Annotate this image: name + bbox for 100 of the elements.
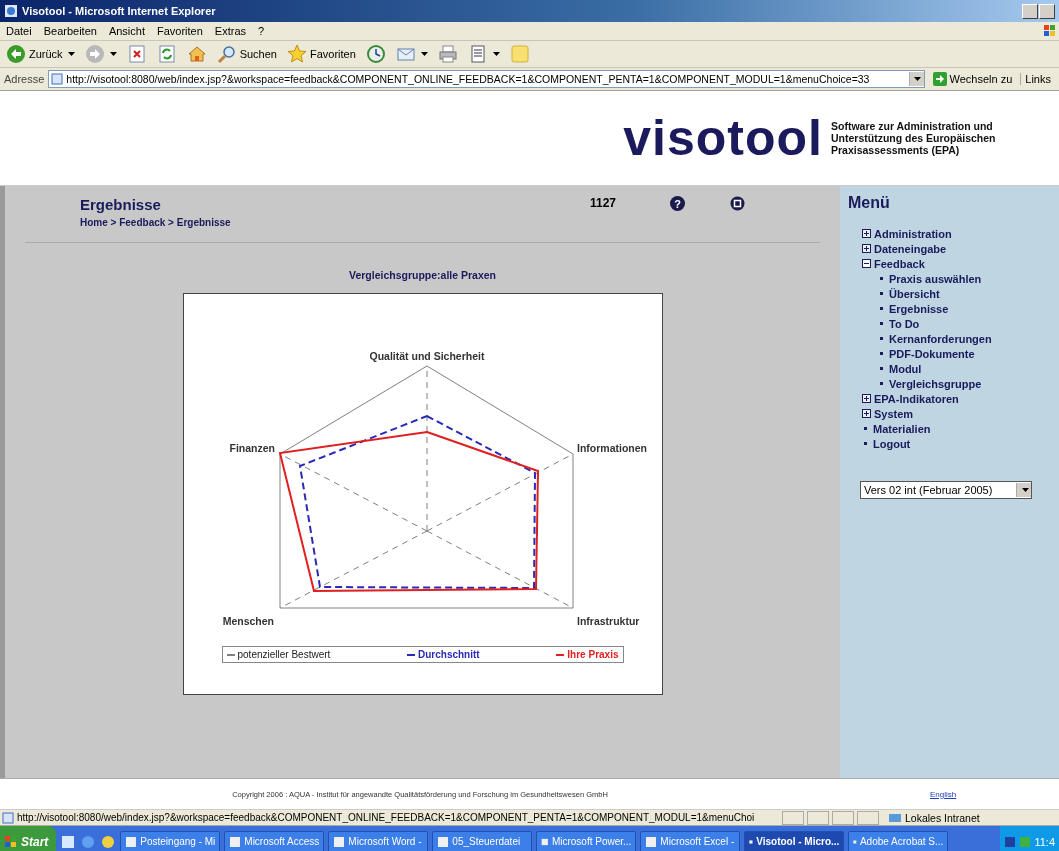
arrow-icon <box>932 72 947 86</box>
menu-link[interactable]: Modul <box>889 362 922 375</box>
taskbar-button[interactable]: Visotool - Micro... <box>744 830 845 851</box>
expand-icon[interactable] <box>862 409 871 418</box>
help-button[interactable]: ? <box>670 196 685 211</box>
flag-icon <box>4 834 18 849</box>
status-text: http://visotool:8080/web/index.jsp?&workspace=feedback&COMPONENT_ONLINE_FEEDBACK=1&COMPONENT_PENTA=1&COMPONENT_MODUL=1&menuChoi <box>17 812 756 823</box>
legend-label: Durchschnitt <box>418 649 480 660</box>
expand-icon[interactable] <box>862 244 871 253</box>
square-in-circle-icon[interactable] <box>730 196 745 211</box>
bullet-icon <box>880 367 883 370</box>
browser-icon <box>4 4 18 18</box>
axis-label: Menschen <box>222 615 274 627</box>
page-icon <box>2 811 14 824</box>
tagline: Software zur Administration und Unterstützung des Europäischen Praxisassessments (EPA) <box>831 120 997 156</box>
logo: visotool <box>623 109 823 167</box>
menu-item[interactable]: Extras <box>214 25 247 37</box>
menu-item[interactable]: Favoriten <box>157 25 203 37</box>
window-icon <box>125 835 138 848</box>
version-select[interactable]: Vers 02 int (Februar 2005) <box>860 481 1032 499</box>
menu-title: Menü <box>848 194 891 212</box>
window-icon <box>229 835 242 848</box>
taskbar-button[interactable]: Microsoft Word - <box>328 830 429 851</box>
page-icon <box>51 73 64 85</box>
caret-icon[interactable] <box>914 77 922 81</box>
bullet-icon <box>880 277 883 280</box>
menu-link[interactable]: Logout <box>873 437 911 450</box>
taskbar-button[interactable]: Microsoft Excel - <box>640 830 741 851</box>
expand-icon[interactable] <box>862 394 871 403</box>
tray-icon[interactable] <box>1004 835 1017 848</box>
window-icon <box>645 835 658 848</box>
menu-link[interactable]: Kernanforderungen <box>889 332 992 345</box>
chart-subtitle: Vergleichsgruppe:alle Praxen <box>348 269 497 281</box>
language-link[interactable]: English <box>930 789 957 799</box>
links-button[interactable]: Links <box>1020 73 1055 85</box>
menu-link[interactable]: PDF-Dokumente <box>889 347 975 360</box>
axis-label: Qualität und Sicherheit <box>369 350 484 362</box>
taskbar-button[interactable]: Microsoft Power... <box>536 830 637 851</box>
restore-button[interactable] <box>1039 3 1055 19</box>
taskbar-button[interactable]: 05_Steuerdatei <box>432 830 533 851</box>
window-icon <box>333 835 346 848</box>
legend-label: potenzieller Bestwert <box>237 649 331 660</box>
menu-link[interactable]: Praxis auswählen <box>889 272 982 285</box>
menu-link[interactable]: Administration <box>874 227 952 240</box>
minimize-button[interactable] <box>1022 3 1038 19</box>
menu-link[interactable]: System <box>874 407 914 420</box>
caret-icon[interactable] <box>67 52 75 56</box>
caret-icon[interactable] <box>109 52 117 56</box>
menu-link[interactable]: Vergleichsgruppe <box>889 377 982 390</box>
address-field[interactable]: http://visotool:8080/web/index.jsp?&workspace=feedback&COMPONENT_ONLINE_FEEDBACK=1&COMPONENT_PENTA=1&COMPONENT_MODUL=1&menuChoice=33 <box>48 70 925 88</box>
flag-icon <box>1043 24 1057 38</box>
menu-link[interactable]: Materialien <box>873 422 931 435</box>
toolbar-button[interactable]: Suchen <box>214 44 279 64</box>
address-label: Adresse <box>4 73 45 85</box>
back-icon[interactable] <box>6 44 26 64</box>
menu-link[interactable]: EPA-Indikatoren <box>874 392 959 405</box>
quick-launch-icon[interactable] <box>100 833 117 850</box>
taskbar-button[interactable]: Microsoft Access <box>224 830 325 851</box>
practice-number: 1127 <box>590 196 618 212</box>
menu-item[interactable]: Ansicht <box>108 25 145 37</box>
bullet-icon <box>880 382 883 385</box>
quick-launch-icon[interactable] <box>60 833 77 850</box>
toolbar-button[interactable]: Zurück <box>4 44 77 64</box>
window-icon <box>437 835 450 848</box>
search-icon[interactable] <box>216 44 237 64</box>
zone-label: Lokales Intranet <box>905 811 980 824</box>
clock: 11:4 <box>1034 835 1055 848</box>
collapse-icon[interactable] <box>862 259 871 268</box>
menu-link[interactable]: Übersicht <box>889 287 940 300</box>
taskbar-button[interactable]: Adobe Acrobat S... <box>848 830 949 851</box>
bullet-icon <box>880 292 883 295</box>
start-button[interactable]: Start <box>0 826 57 851</box>
caret-icon[interactable] <box>1021 488 1029 492</box>
menu-link[interactable]: Dateneingabe <box>874 242 947 255</box>
star-icon[interactable] <box>286 44 307 64</box>
bullet-icon <box>880 352 883 355</box>
menu-link[interactable]: To Do <box>889 317 920 330</box>
legend-label: Ihre Praxis <box>567 649 619 660</box>
bullet-icon <box>864 442 867 445</box>
taskbar-button[interactable]: Posteingang - Mi <box>120 830 221 851</box>
window-title: Visotool - Microsoft Internet Explorer <box>22 5 216 17</box>
bullet-icon <box>864 427 867 430</box>
breadcrumb[interactable]: Home > Feedback > Ergebnisse <box>80 217 590 228</box>
menu-item[interactable]: ? <box>258 25 265 37</box>
bullet-icon <box>880 337 883 340</box>
network-icon <box>888 811 902 824</box>
menu-item[interactable]: Bearbeiten <box>43 25 97 37</box>
menu-item[interactable]: Datei <box>6 25 32 37</box>
go-button[interactable]: Wechseln zu <box>928 72 1017 86</box>
toolbar-button[interactable]: Favoriten <box>284 44 358 64</box>
caret-icon[interactable] <box>420 52 428 56</box>
axis-label: Finanzen <box>229 442 275 454</box>
menu-link[interactable]: Feedback <box>874 257 925 270</box>
axis-label: Infrastruktur <box>576 615 639 627</box>
caret-icon[interactable] <box>492 52 500 56</box>
bullet-icon <box>880 322 883 325</box>
menu-link[interactable]: Ergebnisse <box>889 302 949 315</box>
expand-icon[interactable] <box>862 229 871 238</box>
page-title: Ergebnisse <box>80 196 162 213</box>
bullet-icon <box>880 307 883 310</box>
